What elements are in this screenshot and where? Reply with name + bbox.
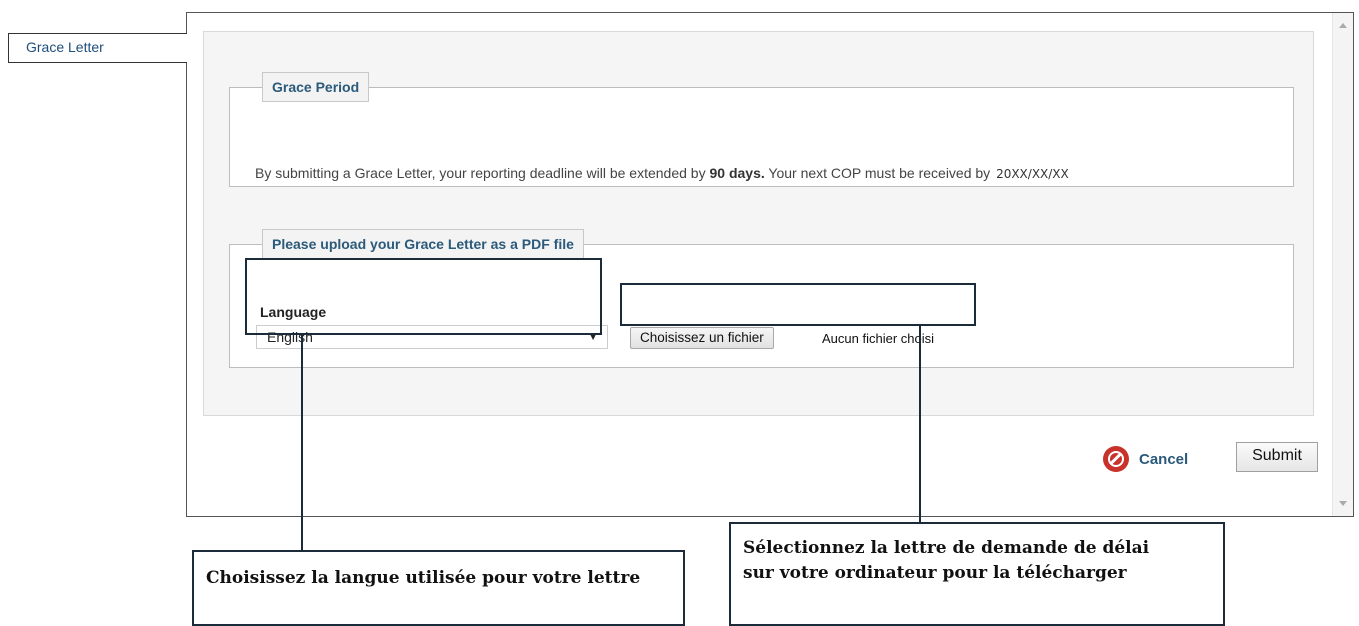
language-note-text: Choisissez la langue utilisée pour votre… [206, 568, 641, 588]
upload-legend: Please upload your Grace Letter as a PDF… [262, 229, 584, 259]
file-note: Sélectionnez la lettre de demande de dél… [729, 522, 1225, 626]
file-callout-line [919, 326, 921, 522]
cancel-icon[interactable] [1103, 446, 1129, 472]
choose-file-button[interactable]: Choisissez un fichier [630, 327, 774, 349]
grace-days: 90 days. [709, 165, 765, 181]
grace-period-legend: Grace Period [262, 72, 370, 102]
grace-period-text: By submitting a Grace Letter, your repor… [255, 165, 1069, 181]
language-callout-box [245, 258, 602, 335]
cop-due-date: 20XX/XX/XX [996, 167, 1069, 181]
grace-period-section: Grace Period By submitting a Grace Lette… [229, 72, 1294, 187]
scroll-down-arrow-icon[interactable] [1339, 501, 1347, 506]
file-status: Aucun fichier choisi [822, 331, 934, 346]
file-note-text: Sélectionnez la lettre de demande de dél… [743, 538, 1150, 583]
scrollbar[interactable] [1332, 13, 1353, 516]
grace-text-before: By submitting a Grace Letter, your repor… [255, 165, 710, 181]
language-callout-line [301, 335, 303, 550]
submit-button[interactable]: Submit [1236, 442, 1318, 472]
file-callout-box [620, 283, 976, 326]
language-note: Choisissez la langue utilisée pour votre… [192, 550, 685, 626]
form-panel: Grace Period By submitting a Grace Lette… [203, 31, 1314, 416]
grace-text-after: Your next COP must be received by [764, 165, 995, 181]
scroll-up-arrow-icon[interactable] [1339, 23, 1347, 28]
cancel-link[interactable]: Cancel [1139, 451, 1188, 468]
tab-grace-letter[interactable]: Grace Letter [8, 33, 187, 63]
